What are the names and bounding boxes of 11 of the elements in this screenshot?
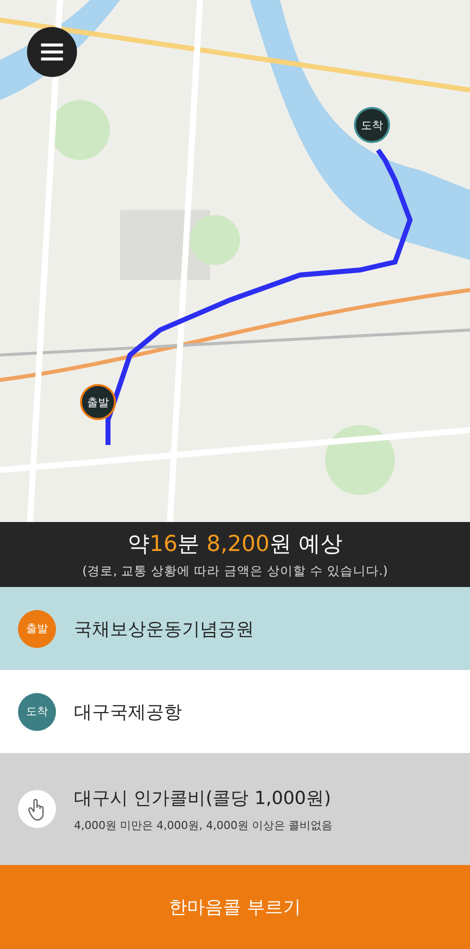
place-badge: 출발	[18, 610, 56, 648]
place-name: 대구국제공항	[74, 700, 182, 724]
place-name: 국채보상운동기념공원	[74, 618, 254, 640]
fare-detail: 4,000원 미만은 4,000원, 4,000원 이상은 콜비없음	[74, 818, 332, 832]
fare-estimate: 약16분 8,200원 예상	[128, 531, 342, 559]
hand-icon	[18, 790, 56, 828]
place-badge: 도착	[18, 692, 56, 730]
fare-note: (경로, 교통 상황에 따라 금액은 상이할 수 있습니다.)	[82, 563, 388, 580]
fare-title: 대구시 인가콜비(콜당 1,000원)	[74, 786, 332, 810]
menu-icon	[41, 43, 63, 61]
call-button[interactable]: 한마음콜 부르기	[0, 865, 470, 949]
